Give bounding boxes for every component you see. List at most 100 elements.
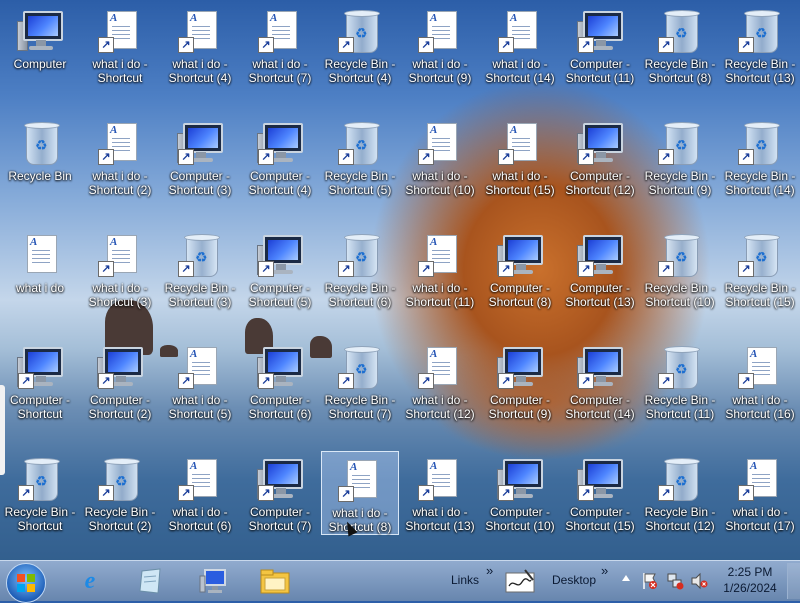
desktop-icon[interactable]: ↗ Computer - Shortcut (12) xyxy=(561,115,639,199)
desktop-icon[interactable]: ♻ ↗ Recycle Bin - Shortcut (3) xyxy=(161,227,239,311)
desktop-icon[interactable]: Awhat i do xyxy=(1,227,79,311)
desktop-icon-label: Recycle Bin - Shortcut (3) xyxy=(164,281,236,309)
desktop-icon-label: what i do - Shortcut (3) xyxy=(88,281,152,309)
shortcut-arrow-icon: ↗ xyxy=(738,485,754,501)
shortcut-arrow-icon: ↗ xyxy=(578,485,594,501)
desktop-icon[interactable]: ↗ Computer - Shortcut (4) xyxy=(241,115,319,199)
desktop-icon-label: Computer - Shortcut (11) xyxy=(565,57,635,85)
desktop-icon[interactable]: ♻ ↗ Recycle Bin - Shortcut (9) xyxy=(641,115,719,199)
desktop-icon[interactable]: ↗ Computer - Shortcut (11) xyxy=(561,3,639,87)
desktop-icon-label: what i do - Shortcut (14) xyxy=(485,57,555,85)
desktop-icon[interactable]: ↗ Computer - Shortcut (8) xyxy=(481,227,559,311)
desktop-icon[interactable]: ↗ Computer - Shortcut (9) xyxy=(481,339,559,423)
internet-explorer-button[interactable]: e xyxy=(68,564,112,598)
shortcut-arrow-icon: ↗ xyxy=(498,37,514,53)
document-icon: A ↗ xyxy=(496,9,544,55)
notepad-button[interactable] xyxy=(128,564,172,598)
desktop-icon[interactable]: A ↗ what i do - Shortcut (13) xyxy=(401,451,479,535)
desktop-icon-label: Recycle Bin - Shortcut (14) xyxy=(724,169,796,197)
document-icon: A ↗ xyxy=(256,9,304,55)
links-chevron[interactable]: » xyxy=(486,563,493,578)
shortcut-arrow-icon: ↗ xyxy=(98,373,114,389)
signature-toolbar-button[interactable] xyxy=(505,568,537,594)
desktop-icon[interactable]: A ↗ what i do - Shortcut (11) xyxy=(401,227,479,311)
desktop-icon[interactable]: ♻ ↗ Recycle Bin - Shortcut (10) xyxy=(641,227,719,311)
volume-muted-icon[interactable] xyxy=(690,572,708,590)
desktop-icon[interactable]: ♻ ↗ Recycle Bin - Shortcut (6) xyxy=(321,227,399,311)
desktop-toolbar-label[interactable]: Desktop xyxy=(552,573,596,587)
shortcut-arrow-icon: ↗ xyxy=(498,373,514,389)
desktop-icon-label: what i do - Shortcut (12) xyxy=(405,393,475,421)
desktop-icon[interactable]: ♻ ↗ Recycle Bin - Shortcut (14) xyxy=(721,115,799,199)
desktop-icon[interactable]: A ↗ what i do - Shortcut (7) xyxy=(241,3,319,87)
computer-icon: ↗ xyxy=(576,9,624,55)
desktop-icon[interactable]: A ↗ what i do - Shortcut (12) xyxy=(401,339,479,423)
scroll-handle[interactable] xyxy=(0,385,5,475)
document-icon: A ↗ xyxy=(416,9,464,55)
recycle-bin-icon: ♻ ↗ xyxy=(176,233,224,279)
desktop-chevron[interactable]: » xyxy=(601,563,608,578)
desktop-icon-label: what i do - Shortcut (5) xyxy=(168,393,232,421)
desktop-icon[interactable]: Computer xyxy=(1,3,79,87)
desktop-icon[interactable]: A ↗ what i do - Shortcut (15) xyxy=(481,115,559,199)
desktop-icon[interactable]: ↗ Computer - Shortcut (6) xyxy=(241,339,319,423)
desktop-icon[interactable]: ↗ Computer - Shortcut xyxy=(1,339,79,423)
desktop-icon-label: Computer - Shortcut (7) xyxy=(248,505,312,533)
links-toolbar-label[interactable]: Links xyxy=(451,573,479,587)
desktop-icon[interactable]: ↗ Computer - Shortcut (5) xyxy=(241,227,319,311)
desktop-icon[interactable]: ↗ Computer - Shortcut (10) xyxy=(481,451,559,535)
action-center-flag-icon[interactable] xyxy=(642,572,658,590)
desktop-icon[interactable]: ♻ ↗ Recycle Bin - Shortcut (4) xyxy=(321,3,399,87)
desktop-icon[interactable]: A ↗ what i do - Shortcut (2) xyxy=(81,115,159,199)
network-icon[interactable] xyxy=(666,572,684,590)
desktop-icon[interactable]: ♻ ↗ Recycle Bin - Shortcut (11) xyxy=(641,339,719,423)
desktop-icon[interactable]: ♻ Recycle Bin xyxy=(1,115,79,199)
desktop-icon-label: what i do xyxy=(15,281,65,295)
desktop-icon[interactable]: ↗ Computer - Shortcut (7) xyxy=(241,451,319,535)
desktop-icon[interactable]: ↗ Computer - Shortcut (3) xyxy=(161,115,239,199)
desktop-icon[interactable]: A ↗ what i do - Shortcut (16) xyxy=(721,339,799,423)
pen-pad-icon xyxy=(505,569,535,593)
desktop-icon[interactable]: ♻ ↗ Recycle Bin - Shortcut (5) xyxy=(321,115,399,199)
desktop-icon-label: what i do - Shortcut (9) xyxy=(408,57,472,85)
desktop-icon-label: Computer - Shortcut (10) xyxy=(485,505,555,533)
document-icon: A ↗ xyxy=(96,121,144,167)
show-desktop-button[interactable] xyxy=(787,563,800,599)
desktop[interactable]: Computer A ↗ what i do - Shortcut A ↗ what i d… xyxy=(0,0,800,560)
recycle-bin-icon: ♻ ↗ xyxy=(336,121,384,167)
desktop-icon[interactable]: ♻ ↗ Recycle Bin - Shortcut (13) xyxy=(721,3,799,87)
file-explorer-button[interactable] xyxy=(253,564,297,598)
desktop-icon[interactable]: A ↗ what i do - Shortcut (10) xyxy=(401,115,479,199)
desktop-icon[interactable]: A ↗ what i do - Shortcut xyxy=(81,3,159,87)
desktop-icon[interactable]: A ↗ what i do - Shortcut (14) xyxy=(481,3,559,87)
desktop-icon-label: what i do - Shortcut xyxy=(92,57,148,85)
notepad-icon xyxy=(139,568,161,594)
shortcut-arrow-icon: ↗ xyxy=(498,485,514,501)
desktop-icon[interactable]: A ↗ what i do - Shortcut (3) xyxy=(81,227,159,311)
desktop-icon[interactable]: A ↗ what i do - Shortcut (17) xyxy=(721,451,799,535)
desktop-icon[interactable]: ♻ ↗ Recycle Bin - Shortcut (2) xyxy=(81,451,159,535)
computer-taskbar-button[interactable] xyxy=(192,564,236,598)
start-button[interactable] xyxy=(6,563,46,603)
shortcut-arrow-icon: ↗ xyxy=(338,373,354,389)
desktop-icon[interactable]: ↗ Computer - Shortcut (2) xyxy=(81,339,159,423)
desktop-icon-label: Computer - Shortcut (3) xyxy=(168,169,232,197)
document-icon: A ↗ xyxy=(736,457,784,503)
desktop-icon[interactable]: A ↗ what i do - Shortcut (9) xyxy=(401,3,479,87)
show-hidden-icons-icon[interactable] xyxy=(622,575,630,581)
desktop-icon[interactable]: ♻ ↗ Recycle Bin - Shortcut (15) xyxy=(721,227,799,311)
recycle-bin-icon: ♻ ↗ xyxy=(336,9,384,55)
desktop-icon[interactable]: A ↗ what i do - Shortcut (6) xyxy=(161,451,239,535)
desktop-icon[interactable]: ♻ ↗ Recycle Bin - Shortcut (8) xyxy=(641,3,719,87)
desktop-icon[interactable]: ↗ Computer - Shortcut (14) xyxy=(561,339,639,423)
clock[interactable]: 2:25 PM 1/26/2024 xyxy=(718,564,782,596)
desktop-icon[interactable]: ↗ Computer - Shortcut (13) xyxy=(561,227,639,311)
desktop-icon[interactable]: A ↗ what i do - Shortcut (8) xyxy=(321,451,399,535)
desktop-icon[interactable]: ♻ ↗ Recycle Bin - Shortcut (12) xyxy=(641,451,719,535)
shortcut-arrow-icon: ↗ xyxy=(258,261,274,277)
desktop-icon[interactable]: ♻ ↗ Recycle Bin - Shortcut (7) xyxy=(321,339,399,423)
desktop-icon[interactable]: A ↗ what i do - Shortcut (5) xyxy=(161,339,239,423)
desktop-icon[interactable]: A ↗ what i do - Shortcut (4) xyxy=(161,3,239,87)
desktop-icon[interactable]: ♻ ↗ Recycle Bin - Shortcut xyxy=(1,451,79,535)
desktop-icon[interactable]: ↗ Computer - Shortcut (15) xyxy=(561,451,639,535)
